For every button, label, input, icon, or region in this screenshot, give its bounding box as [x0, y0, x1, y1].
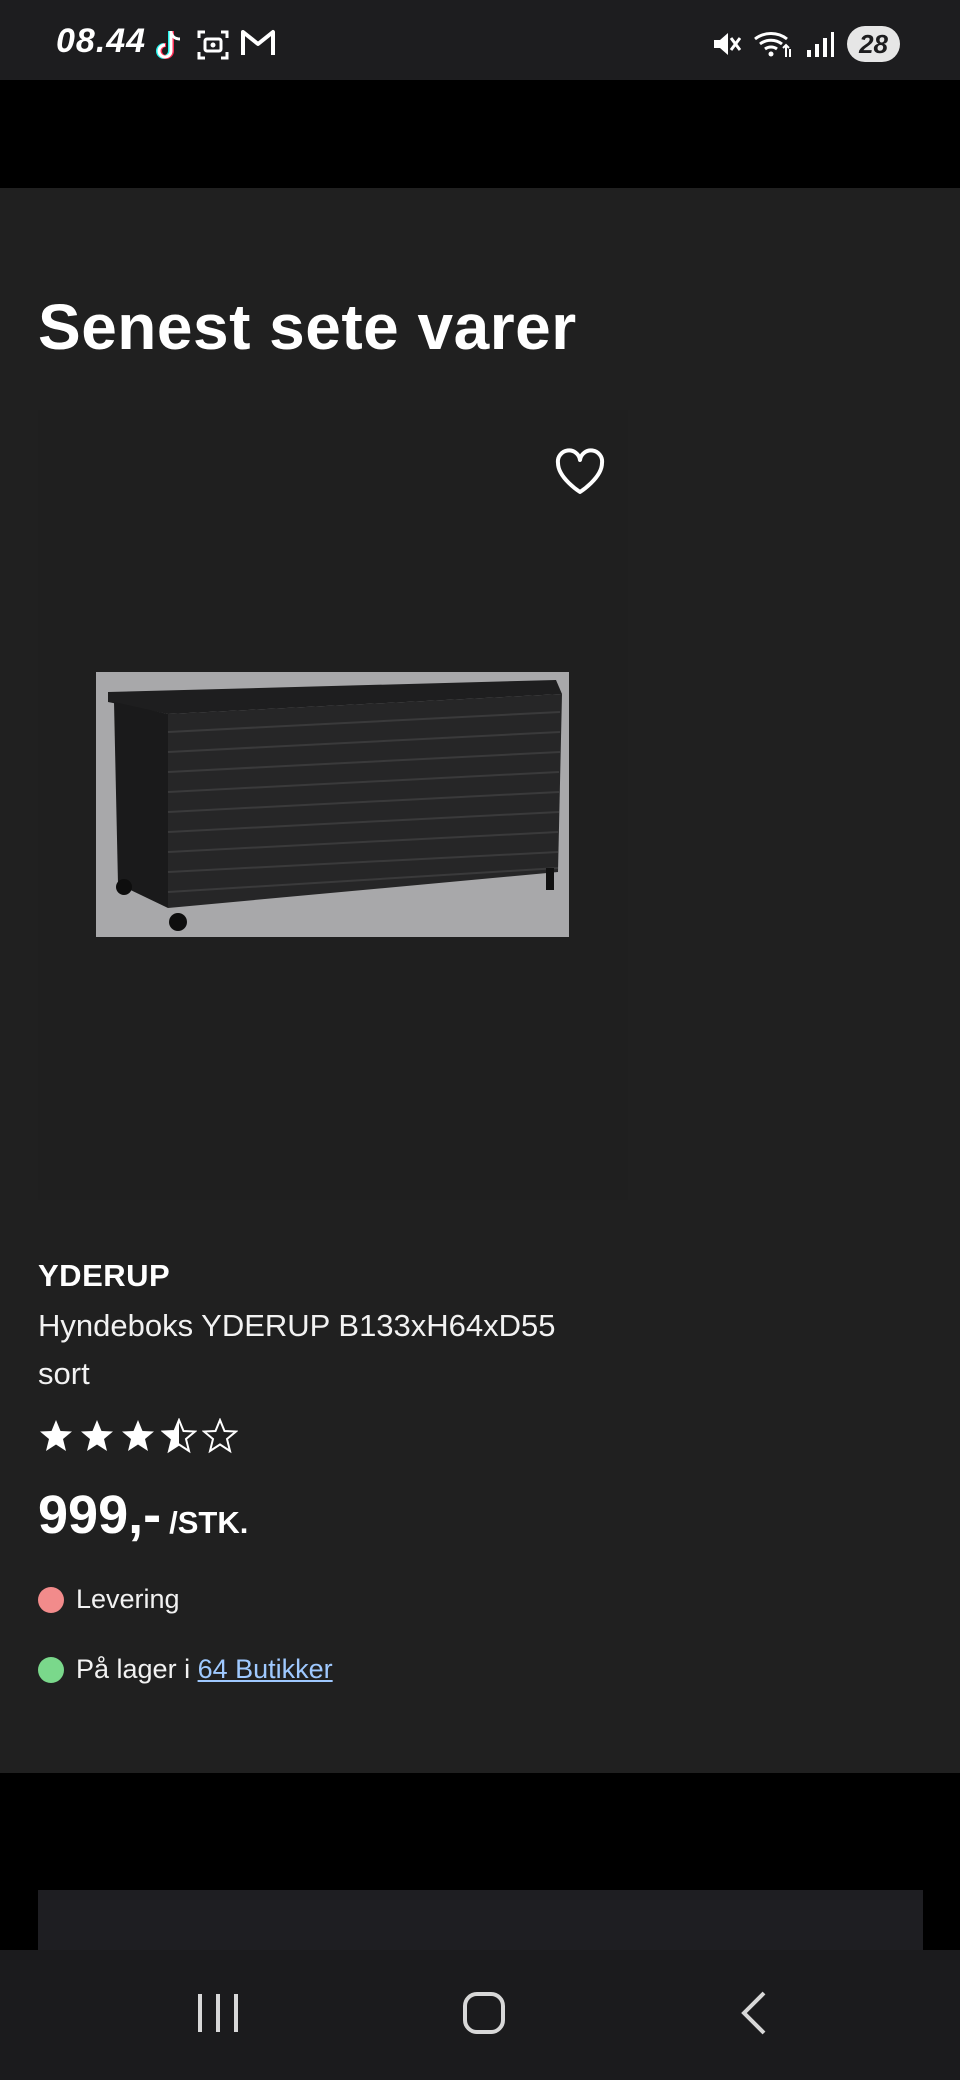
product-name[interactable]: Hyndeboks YDERUP B133xH64xD55 sort	[38, 1302, 598, 1398]
system-nav-bar	[0, 1950, 960, 2080]
star-full-icon	[81, 1420, 113, 1451]
section-title: Senest sete varer	[38, 291, 577, 363]
delivery-status: Levering	[38, 1584, 180, 1615]
mute-icon	[711, 29, 742, 59]
gmail-icon	[240, 28, 276, 64]
stock-status: På lager i 64 Butikker	[38, 1654, 333, 1685]
wifi-icon	[753, 29, 793, 59]
back-icon[interactable]	[738, 1990, 770, 2041]
star-full-icon	[122, 1420, 154, 1451]
status-time: 08.44	[56, 22, 147, 60]
screenshot-icon	[196, 28, 230, 64]
signal-icon	[805, 29, 835, 59]
price-value: 999,-	[38, 1485, 162, 1545]
stock-prefix: På lager i	[76, 1654, 198, 1684]
star-full-icon	[40, 1420, 72, 1451]
stock-status-dot	[38, 1656, 64, 1683]
home-icon[interactable]	[462, 1990, 506, 2041]
next-content-card	[38, 1890, 923, 1950]
battery-indicator: 28	[847, 26, 900, 62]
header-spacer	[0, 80, 960, 188]
stores-link[interactable]: 64 Butikker	[198, 1654, 333, 1685]
star-half-icon	[161, 1418, 197, 1454]
star-empty-icon	[202, 1418, 238, 1454]
price-unit: /STK.	[169, 1505, 249, 1540]
recent-apps-icon[interactable]	[196, 1990, 240, 2041]
delivery-status-dot	[38, 1586, 64, 1613]
product-brand[interactable]: YDERUP	[38, 1258, 170, 1294]
product-image[interactable]	[96, 672, 569, 937]
tiktok-icon	[152, 28, 186, 64]
status-bar: 08.44 28	[0, 0, 960, 80]
product-price: 999,- /STK.	[38, 1484, 248, 1546]
product-image-container[interactable]	[38, 410, 628, 1200]
delivery-label: Levering	[76, 1584, 180, 1614]
recently-viewed-section: Senest sete varer YDERUP Hyndeboks YDERU…	[0, 188, 960, 1773]
favorite-heart-icon[interactable]	[554, 448, 606, 496]
rating-stars	[38, 1418, 238, 1454]
